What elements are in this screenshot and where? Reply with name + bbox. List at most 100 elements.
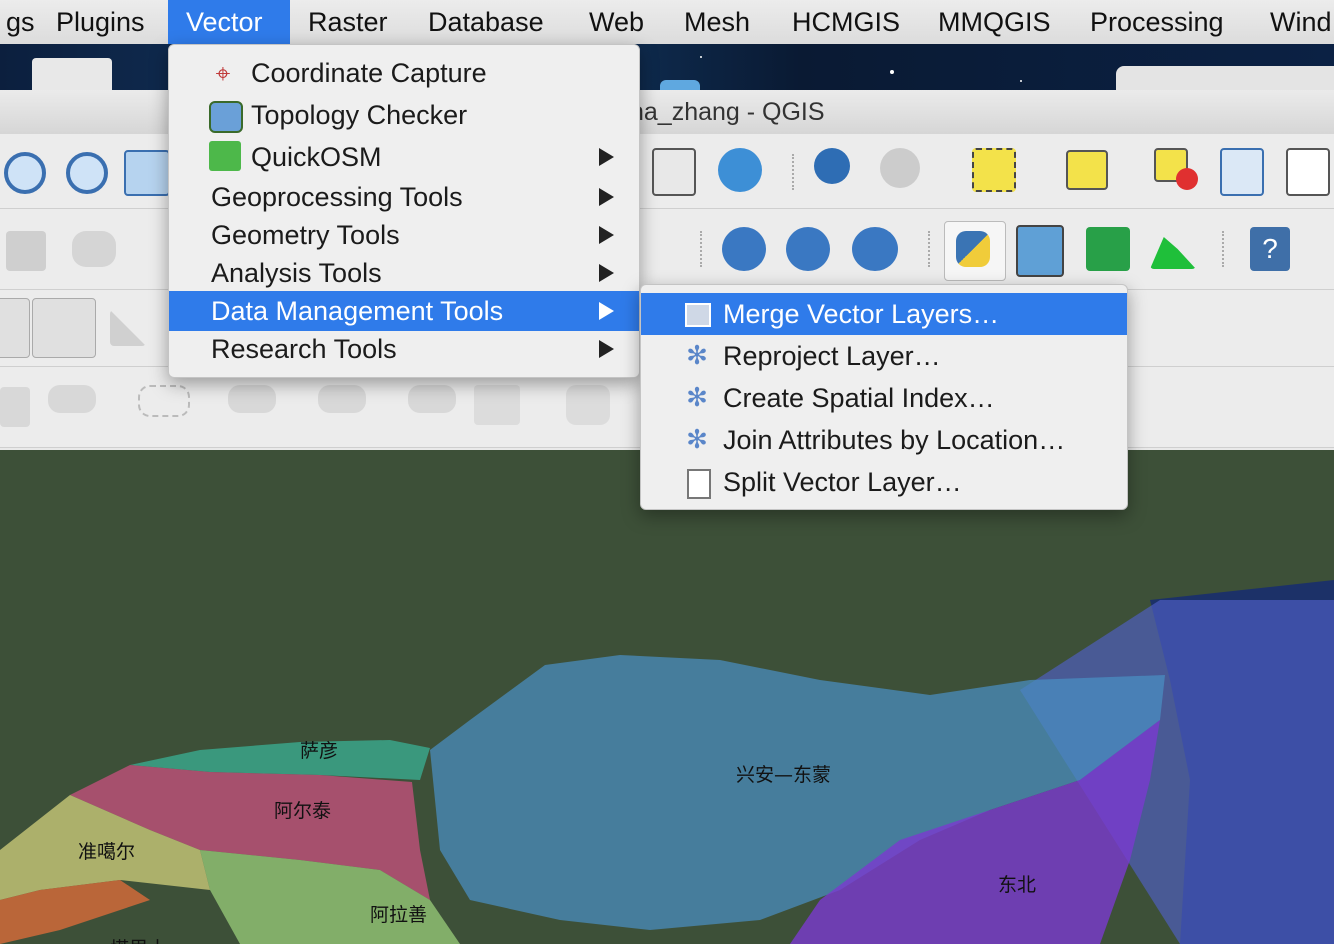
map-label-altai: 阿尔泰 (274, 800, 332, 822)
menu-plugins[interactable]: Plugins (38, 0, 163, 44)
map-svg (0, 450, 1334, 944)
zoom-out-icon[interactable] (66, 152, 108, 194)
gear-icon: ✻ (686, 424, 708, 454)
topology-icon (209, 101, 243, 133)
python-logo-icon (956, 231, 990, 267)
attribute-table-icon[interactable] (1220, 148, 1264, 196)
menu-item-topology-checker[interactable]: Topology Checker (169, 95, 639, 135)
map-label-junggar: 准噶尔 (78, 841, 136, 863)
menu-processing[interactable]: Processing (1072, 0, 1242, 44)
map-label-tarim: 塔里木 (110, 934, 167, 944)
toolbar-grip[interactable] (1222, 231, 1228, 267)
map-label-xingan: 兴安—东蒙 (736, 764, 832, 786)
menu-web[interactable]: Web (571, 0, 662, 44)
gear-icon: ✻ (686, 340, 708, 370)
vector-menu: ⌖ Coordinate Capture Topology Checker Qu… (168, 44, 640, 378)
vertex-tool-icon[interactable] (474, 385, 520, 425)
quickosm-icon (209, 141, 241, 171)
select-by-value-icon[interactable] (1066, 150, 1108, 190)
metasearch-icon[interactable] (852, 227, 898, 271)
regular-polygon-icon[interactable] (408, 385, 456, 413)
ellipse-tool-icon[interactable] (48, 385, 96, 413)
split-tool-icon[interactable] (110, 310, 146, 346)
menu-item-label: QuickOSM (251, 142, 382, 172)
line-tool-icon[interactable] (0, 298, 30, 358)
map-label-alashan: 阿拉善 (370, 904, 428, 926)
menu-mesh[interactable]: Mesh (666, 0, 768, 44)
zoom-full-icon[interactable] (124, 150, 170, 196)
circle-tool-icon[interactable] (138, 385, 190, 417)
background-window-icon (32, 58, 112, 92)
window-title: na_zhang - QGIS (630, 98, 825, 126)
submenu-arrow-icon (599, 264, 614, 282)
refresh-icon[interactable] (718, 148, 762, 192)
menu-item-data-management-tools[interactable]: Data Management Tools (169, 291, 639, 331)
menu-item-reproject-layer[interactable]: ✻ Reproject Layer… (641, 335, 1127, 377)
menu-vector[interactable]: Vector (168, 0, 290, 44)
map-label-sayan: 萨彦 (300, 740, 339, 762)
map-canvas[interactable]: 萨彦 阿尔泰 准噶尔 阿拉善 兴安—东蒙 东北 塔里木 (0, 450, 1334, 944)
menu-item-create-spatial-index[interactable]: ✻ Create Spatial Index… (641, 377, 1127, 419)
add-feature-icon[interactable] (72, 231, 116, 267)
menu-item-label: Geometry Tools (211, 220, 400, 250)
menu-raster[interactable]: Raster (290, 0, 406, 44)
menu-item-label: Split Vector Layer… (723, 467, 962, 497)
edit-icon[interactable] (6, 231, 46, 271)
menu-item-analysis-tools[interactable]: Analysis Tools (169, 253, 639, 293)
toolbar-grip[interactable] (792, 154, 798, 190)
layer-stack-icon[interactable] (1086, 227, 1130, 271)
terrain-icon[interactable] (1150, 237, 1196, 269)
menu-item-label: Merge Vector Layers… (723, 299, 1000, 329)
menu-hcmgis[interactable]: HCMGIS (774, 0, 918, 44)
menu-item-coordinate-capture[interactable]: ⌖ Coordinate Capture (169, 53, 639, 93)
zoom-in-icon[interactable] (4, 152, 46, 194)
gear-icon: ✻ (686, 382, 708, 412)
menu-mmqgis[interactable]: MMQGIS (920, 0, 1069, 44)
menu-window-partial[interactable]: Wind (1252, 0, 1334, 44)
menu-item-label: Coordinate Capture (251, 58, 487, 88)
star-decoration (1020, 80, 1022, 82)
search-wms-icon[interactable] (786, 227, 830, 271)
menu-item-label: Reproject Layer… (723, 341, 941, 371)
menu-item-merge-vector-layers[interactable]: Merge Vector Layers… (641, 293, 1127, 335)
menu-item-join-attributes-by-location[interactable]: ✻ Join Attributes by Location… (641, 419, 1127, 461)
reshape-tool-icon[interactable] (566, 385, 610, 425)
crosshair-icon: ⌖ (215, 58, 231, 88)
data-management-submenu: Merge Vector Layers… ✻ Reproject Layer… … (640, 284, 1128, 510)
toolbar-grip[interactable] (928, 231, 934, 267)
map-swipe-icon[interactable] (1016, 225, 1064, 277)
menu-database[interactable]: Database (410, 0, 562, 44)
menu-item-split-vector-layer[interactable]: Split Vector Layer… (641, 461, 1127, 503)
toolbar-grip[interactable] (700, 231, 706, 267)
map-label-dongbei: 东北 (998, 874, 1037, 896)
menu-item-label: Geoprocessing Tools (211, 182, 463, 212)
delete-part-icon[interactable] (32, 298, 96, 358)
menu-item-research-tools[interactable]: Research Tools (169, 329, 639, 369)
add-wms-layer-icon[interactable] (722, 227, 766, 271)
rectangle-tool-icon[interactable] (228, 385, 276, 413)
merge-layers-icon (685, 303, 711, 327)
submenu-arrow-icon (599, 188, 614, 206)
polygon-tool-icon[interactable] (318, 385, 366, 413)
menu-item-geometry-tools[interactable]: Geometry Tools (169, 215, 639, 255)
menu-item-label: Data Management Tools (211, 296, 504, 326)
identify-icon[interactable] (814, 148, 850, 184)
deselect-badge-icon (1176, 168, 1198, 190)
submenu-arrow-icon (599, 226, 614, 244)
menu-item-label: Topology Checker (251, 100, 468, 130)
submenu-arrow-icon (599, 148, 614, 166)
menu-item-label: Create Spatial Index… (723, 383, 995, 413)
shape-tool-icon[interactable] (0, 387, 30, 427)
field-calculator-icon[interactable] (1286, 148, 1330, 196)
menu-item-quickosm[interactable]: QuickOSM (169, 137, 639, 177)
bookmark-icon[interactable] (652, 148, 696, 196)
split-layer-icon (687, 469, 711, 499)
action-icon[interactable] (880, 148, 920, 188)
select-features-icon[interactable] (972, 148, 1016, 192)
menu-bar: gs Plugins Vector Raster Database Web Me… (0, 0, 1334, 45)
menu-item-label: Analysis Tools (211, 258, 382, 288)
menu-item-geoprocessing-tools[interactable]: Geoprocessing Tools (169, 177, 639, 217)
help-icon[interactable]: ? (1250, 227, 1290, 271)
menu-item-label: Join Attributes by Location… (723, 425, 1066, 455)
background-window (1116, 66, 1334, 92)
